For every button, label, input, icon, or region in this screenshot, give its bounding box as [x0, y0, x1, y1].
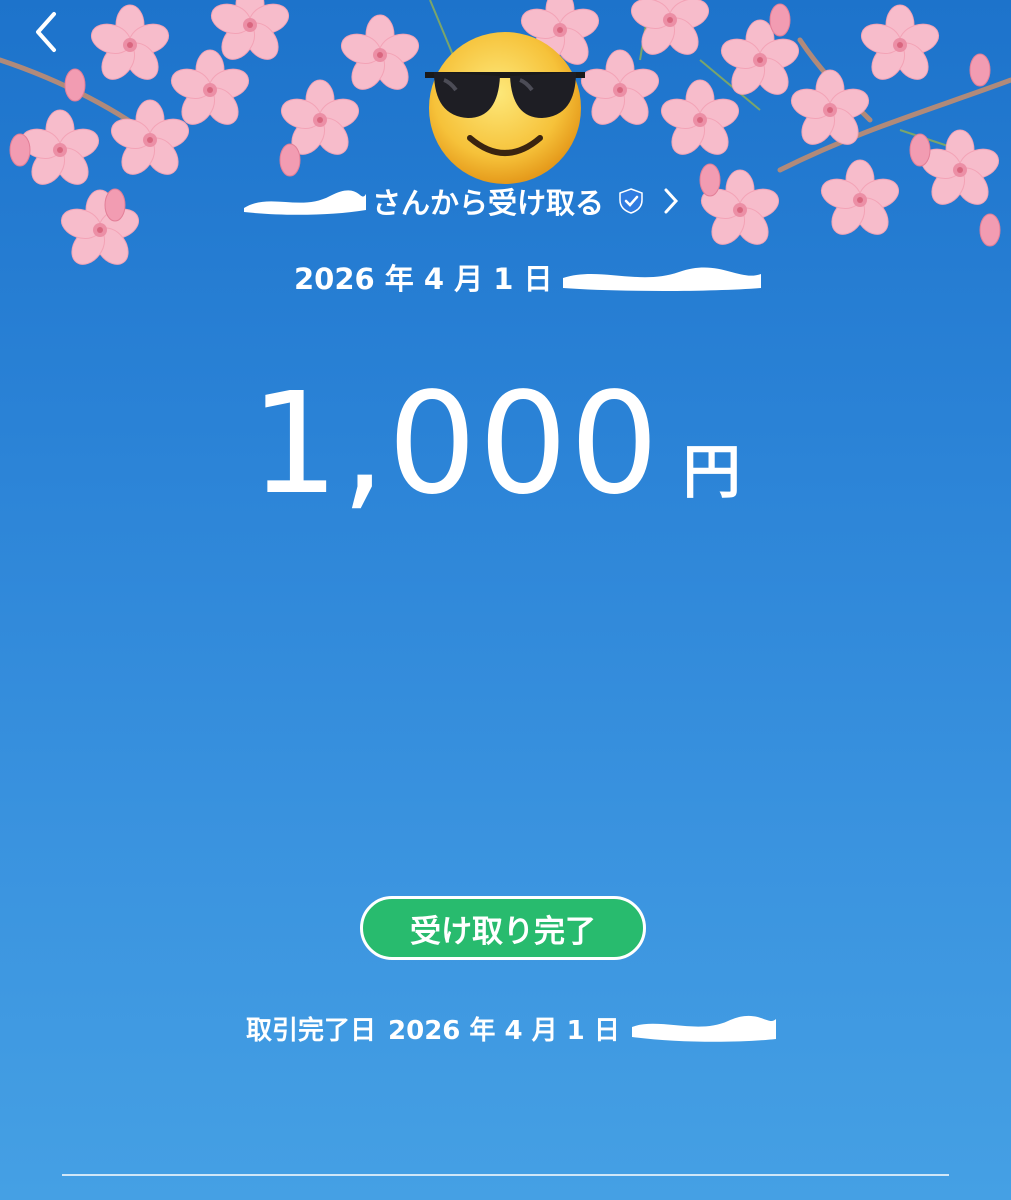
amount-value: 1,000 [250, 363, 661, 526]
redacted-sender-name [244, 190, 366, 215]
amount-unit: 円 [682, 438, 741, 506]
transaction-date: 2026 年 4 月 1 日 [294, 262, 553, 296]
redacted-completion-time [631, 1015, 776, 1042]
amount-display: 1,000 円 [250, 370, 741, 520]
back-button[interactable] [24, 8, 72, 56]
status-badge: 受け取り完了 [360, 896, 646, 960]
sender-label: さんから受け取る [372, 186, 605, 220]
redacted-time [562, 267, 761, 291]
chevron-right-icon [664, 188, 679, 214]
chevron-left-icon [36, 12, 56, 52]
completion-date: 2026 年 4 月 1 日 [388, 1015, 620, 1046]
transaction-date-row: 2026 年 4 月 1 日 [294, 255, 765, 299]
avatar [425, 32, 585, 184]
smiling-face-with-sunglasses-icon [425, 32, 585, 184]
verified-shield-icon [619, 188, 643, 214]
divider [62, 1174, 949, 1176]
completion-date-row: 取引完了日 2026 年 4 月 1 日 [246, 1006, 780, 1050]
completion-label: 取引完了日 [246, 1015, 377, 1046]
sender-row[interactable]: さんから受け取る [240, 176, 760, 226]
